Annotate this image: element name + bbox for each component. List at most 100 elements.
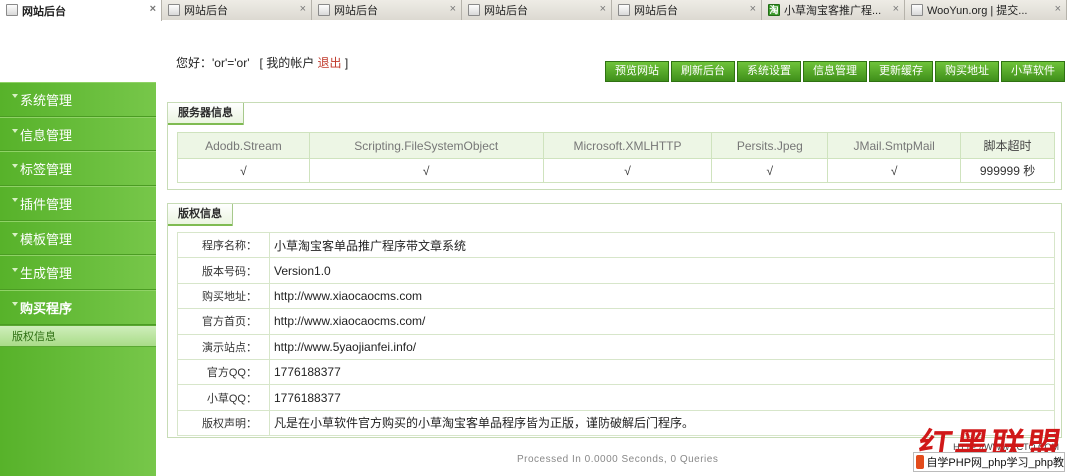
server-column-header: Microsoft.XMLHTTP [542,132,713,159]
sidebar-menu-item[interactable]: 购买程序 [0,290,156,325]
top-nav-button[interactable]: 系统设置 [737,61,801,82]
close-tab-icon[interactable]: × [150,3,156,15]
top-nav-button[interactable]: 刷新后台 [671,61,735,82]
copyright-row-label: 版本号码： [177,257,270,284]
user-greeting: 您好：'or'='or' [ 我的帐户 退出 ] [176,54,348,71]
copyright-row-value: 小草淘宝客单品推广程序带文章系统 [269,231,1055,259]
top-nav-button[interactable]: 购买地址 [935,61,999,82]
server-info-panel: 服务器信息 Adodb.Stream Scripting.FileSystemOb… [167,102,1062,190]
browser-tab-label: 小草淘宝客推广程... [784,5,882,17]
top-nav-button[interactable]: 小草软件 [1001,61,1065,82]
my-account-link[interactable]: [ 我的帐户 [260,56,315,70]
server-component-status: √ [711,158,829,183]
server-info-table: Adodb.Stream Scripting.FileSystemObject Mi… [177,132,1055,183]
sidebar-menu-item[interactable]: 系统管理 [0,82,156,117]
sidebar-menu-label: 信息管理 [20,127,73,143]
page-icon [168,4,180,16]
browser-tab[interactable]: 淘小草淘宝客推广程... × [762,0,905,20]
copyright-row: 版本号码： Version1.0 [177,257,1055,284]
sidebar: 系统管理信息管理标签管理插件管理模板管理生成管理购买程序版权信息 [0,82,156,476]
sidebar-menu-label: 生成管理 [20,266,73,282]
watermark-banner: 自学PHP网_php学习_php教 [913,452,1065,472]
close-tab-icon[interactable]: × [750,3,756,15]
close-tab-icon[interactable]: × [1055,3,1061,15]
page-icon: 淘 [768,4,780,16]
copyright-row: 演示站点： http://www.5yaojianfei.info/ [177,333,1055,360]
top-nav-button[interactable]: 信息管理 [803,61,867,82]
sidebar-menu-item[interactable]: 插件管理 [0,186,156,221]
arrow-icon [12,94,18,99]
browser-tab-label: 网站后台 [334,5,378,17]
browser-tab-label: 网站后台 [22,5,66,18]
copyright-row-label: 官方QQ： [177,358,270,386]
browser-tab[interactable]: WooYun.org | 提交... × [905,0,1067,20]
copyright-row: 购买地址： http://www.xiaocaocms.com [177,282,1055,310]
copyright-row-value: 1776188377 [269,384,1055,411]
browser-tab-label: 网站后台 [634,5,678,17]
page-icon [468,4,480,16]
sidebar-menu-item[interactable]: 模板管理 [0,220,156,256]
arrow-icon [12,267,18,272]
footer-stats: Processed In 0.0000 Seconds, 0 Queries [517,454,719,465]
sidebar-menu-label: 插件管理 [20,196,73,212]
copyright-row-label: 小草QQ： [177,384,270,411]
server-component-status: √ [177,158,310,183]
browser-tab[interactable]: 网站后台 × [0,0,162,21]
browser-tab-label: WooYun.org | 提交... [927,5,1028,17]
browser-tab[interactable]: 网站后台 × [162,0,312,20]
server-component-status: √ [308,158,544,183]
browser-tab-label: 网站后台 [484,5,528,17]
browser-tab[interactable]: 网站后台 × [462,0,612,20]
copyright-row: 小草QQ： 1776188377 [177,384,1055,411]
copyright-panel: 版权信息 程序名称： 小草淘宝客单品推广程序带文章系统 版本号码： Version1.… [167,203,1062,438]
arrow-icon [12,302,18,307]
page-icon [911,4,923,16]
browser-tab[interactable]: 网站后台 × [312,0,462,20]
copyright-table: 程序名称： 小草淘宝客单品推广程序带文章系统 版本号码： Version1.0 购买地址… [177,231,1055,437]
top-nav-button[interactable]: 更新缓存 [869,61,933,82]
page-header: 您好：'or'='or' [ 我的帐户 退出 ] 预览网站 刷新后台 系统设置 信息管… [0,21,1067,82]
sidebar-menu-label: 标签管理 [20,162,73,178]
arrow-icon [12,129,18,134]
copyright-row-value: Version1.0 [269,257,1055,284]
server-component-status: √ [542,158,713,183]
close-tab-icon[interactable]: × [893,3,899,15]
sidebar-sub-item-copyright[interactable]: 版权信息 [0,324,156,347]
close-tab-icon[interactable]: × [450,3,456,15]
watermark-logo-icon [916,455,925,469]
copyright-row-label: 演示站点： [177,333,270,360]
server-column-header: Adodb.Stream [177,132,310,159]
sidebar-menu-item[interactable]: 标签管理 [0,151,156,187]
copyright-row-label: 官方首页： [177,308,270,335]
account-bracket-close: ] [344,56,349,70]
close-tab-icon[interactable]: × [600,3,606,15]
copyright-row: 程序名称： 小草淘宝客单品推广程序带文章系统 [177,231,1055,259]
top-nav-button[interactable]: 预览网站 [605,61,669,82]
server-component-status: 999999 秒 [960,158,1055,183]
watermark-banner-text: 自学PHP网_php学习_php教 [926,457,1064,469]
browser-tab-bar: 网站后台 × 网站后台 × 网站后台 × 网站后台 × 网站后台 × 淘小草淘宝客推广程... × Wo… [0,0,1067,21]
server-column-header: JMail.SmtpMail [827,132,962,159]
browser-tab[interactable]: 网站后台 × [612,0,762,20]
copyright-tab[interactable]: 版权信息 [168,204,233,226]
copyright-row-label: 程序名称： [177,231,270,259]
server-column-header: Persits.Jpeg [711,132,829,159]
sidebar-menu-label: 模板管理 [20,231,73,247]
arrow-icon [12,198,18,203]
page-icon [6,4,18,16]
logout-link[interactable]: 退出 [318,56,342,70]
copyright-row: 官方QQ： 1776188377 [177,358,1055,386]
close-tab-icon[interactable]: × [300,3,306,15]
server-column-header: 脚本超时 [960,132,1055,159]
copyright-row-value: http://www.5yaojianfei.info/ [269,333,1055,360]
copyright-row: 官方首页： http://www.xiaocaocms.com/ [177,308,1055,335]
copyright-row-value: http://www.xiaocaocms.com/ [269,308,1055,335]
sidebar-menu-label: 购买程序 [20,300,73,316]
sidebar-menu-item[interactable]: 信息管理 [0,116,156,152]
arrow-icon [12,163,18,168]
server-info-tab[interactable]: 服务器信息 [168,103,244,125]
server-component-status: √ [827,158,962,183]
page-icon [318,4,330,16]
sidebar-menu-item[interactable]: 生成管理 [0,255,156,291]
copyright-row-value: 1776188377 [269,358,1055,386]
